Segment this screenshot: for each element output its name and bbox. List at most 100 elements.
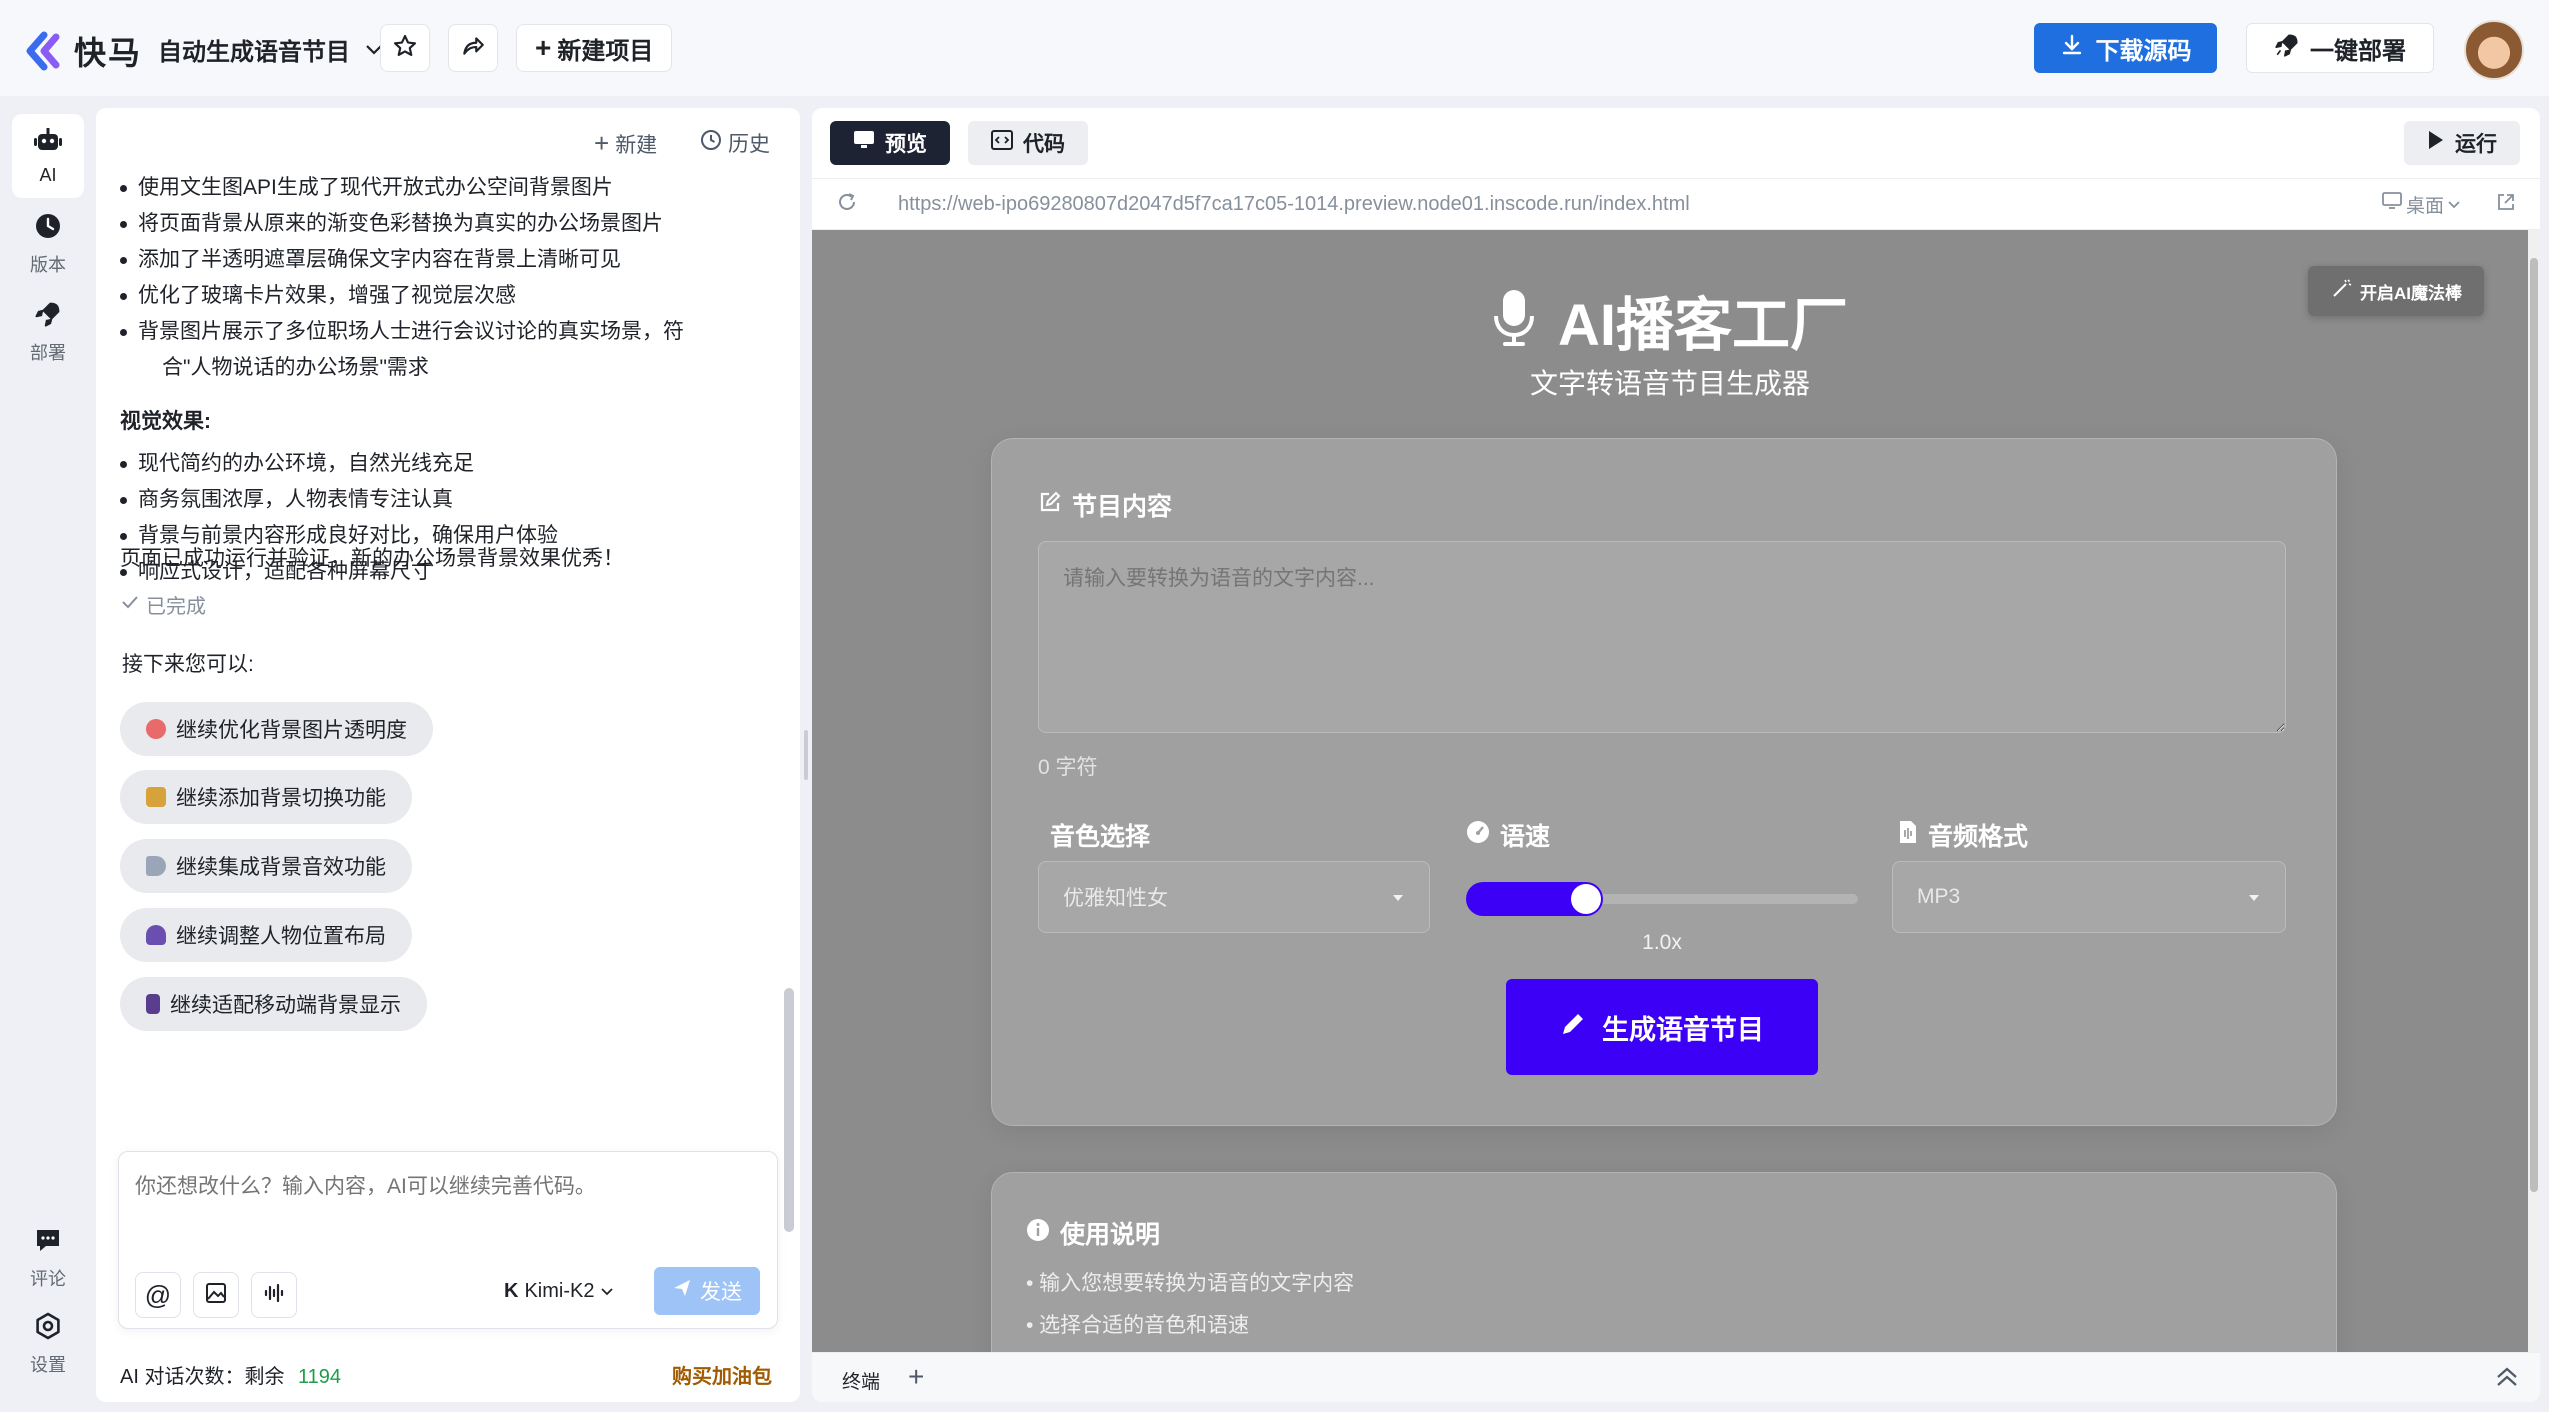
project-title-dropdown[interactable]: 自动生成语音节目 bbox=[158, 32, 384, 67]
voice-select[interactable]: 优雅知性女 bbox=[1038, 861, 1430, 933]
list-item: 背景图片展示了多位职场人士进行会议讨论的真实场景，符 bbox=[96, 314, 684, 350]
nav-item-settings[interactable]: 设置 bbox=[12, 1312, 84, 1377]
palette-icon bbox=[146, 719, 166, 739]
app-logo[interactable]: 快马 bbox=[22, 28, 142, 74]
mention-button[interactable]: @ bbox=[135, 1272, 181, 1318]
suggestion-button[interactable]: 继续优化背景图片透明度 bbox=[120, 702, 433, 756]
suggestion-button[interactable]: 继续适配移动端背景显示 bbox=[120, 977, 427, 1031]
generate-button[interactable]: 生成语音节目 bbox=[1506, 979, 1818, 1075]
one-click-deploy-button[interactable]: 一键部署 bbox=[2246, 23, 2434, 73]
generate-label: 生成语音节目 bbox=[1602, 1014, 1764, 1045]
waveform-icon bbox=[262, 1281, 286, 1310]
send-label: 发送 bbox=[700, 1281, 742, 1304]
device-selector[interactable]: 桌面 bbox=[2382, 191, 2460, 218]
terminal-bar: 终端 + bbox=[812, 1352, 2540, 1402]
suggestion-label: 继续调整人物位置布局 bbox=[176, 925, 386, 948]
app-title: AI播客工厂 bbox=[1557, 293, 1848, 358]
nav-label-comments: 评论 bbox=[30, 1269, 66, 1289]
chat-scrollbar[interactable] bbox=[784, 988, 794, 1232]
deploy-label: 一键部署 bbox=[2310, 37, 2406, 65]
new-chat-button[interactable]: + 新建 bbox=[594, 128, 657, 159]
program-content-textarea[interactable] bbox=[1038, 541, 2286, 733]
nav-item-ai[interactable]: AI bbox=[12, 114, 84, 198]
format-select[interactable]: MP3 bbox=[1892, 861, 2286, 933]
at-icon: @ bbox=[144, 1279, 172, 1310]
slider-knob[interactable] bbox=[1571, 884, 1601, 914]
buy-fuel-pack-link[interactable]: 购买加油包 bbox=[672, 1360, 772, 1389]
nav-label-deploy: 部署 bbox=[30, 343, 66, 363]
chat-input[interactable] bbox=[135, 1170, 755, 1250]
monitor-icon bbox=[853, 130, 875, 156]
format-label: 音频格式 bbox=[1928, 823, 2029, 851]
list-item: 将页面背景从原来的渐变色彩替换为真实的办公场景图片 bbox=[96, 206, 684, 242]
favorite-button[interactable] bbox=[380, 24, 430, 72]
image-icon bbox=[204, 1281, 228, 1310]
top-bar: 快马 自动生成语音节目 + 新建项目 下载源码 一键部署 bbox=[0, 0, 2549, 96]
quota-label: AI 对话次数：剩余 bbox=[120, 1366, 285, 1388]
tab-preview[interactable]: 预览 bbox=[830, 121, 950, 165]
tab-code[interactable]: 代码 bbox=[968, 121, 1088, 165]
nav-item-versions[interactable]: 版本 bbox=[12, 212, 84, 277]
history-button[interactable]: 历史 bbox=[700, 128, 770, 158]
help-title-row: 使用说明 bbox=[1026, 1215, 1160, 1251]
help-card: 使用说明 • 输入您想要转换为语音的文字内容 • 选择合适的音色和语速 bbox=[991, 1172, 2337, 1352]
expand-up-icon[interactable] bbox=[2494, 1365, 2520, 1394]
model-selector[interactable]: K Kimi-K2 bbox=[504, 1280, 614, 1303]
image-upload-button[interactable] bbox=[193, 1272, 239, 1318]
share-button[interactable] bbox=[448, 24, 498, 72]
nav-label-settings: 设置 bbox=[30, 1355, 66, 1375]
panel-splitter[interactable] bbox=[804, 730, 808, 780]
rocket-icon bbox=[2274, 32, 2300, 65]
new-project-button[interactable]: + 新建项目 bbox=[516, 24, 673, 72]
rocket-icon bbox=[34, 300, 62, 333]
app-viewport: 开启AI魔法棒 AI播客工厂 文字转语音节目生成器 节目内容 0 字符 音色选择… bbox=[812, 230, 2528, 1352]
status-done: 已完成 bbox=[120, 590, 206, 619]
nav-label-versions: 版本 bbox=[30, 255, 66, 275]
voice-input-button[interactable] bbox=[251, 1272, 297, 1318]
add-terminal-icon[interactable]: + bbox=[908, 1361, 924, 1393]
info-icon bbox=[1026, 1218, 1050, 1249]
nav-item-deploy[interactable]: 部署 bbox=[12, 300, 84, 365]
suggestion-button[interactable]: 继续集成背景音效功能 bbox=[120, 839, 412, 893]
speed-label: 语速 bbox=[1500, 823, 1551, 851]
suggestion-button[interactable]: 继续调整人物位置布局 bbox=[120, 908, 412, 962]
code-icon bbox=[991, 130, 1013, 156]
preview-scrollbar[interactable] bbox=[2528, 230, 2540, 1352]
terminal-tab[interactable]: 终端 bbox=[842, 1367, 880, 1394]
logo-icon bbox=[22, 31, 64, 71]
speed-slider[interactable] bbox=[1466, 882, 1858, 916]
play-icon bbox=[2427, 130, 2445, 156]
speaker-icon bbox=[146, 856, 166, 876]
user-avatar[interactable] bbox=[2464, 20, 2524, 80]
star-icon bbox=[392, 33, 418, 64]
pen-icon bbox=[1560, 1011, 1586, 1044]
program-card: 节目内容 0 字符 音色选择 优雅知性女 语速 1.0x bbox=[991, 438, 2337, 1126]
history-label: 历史 bbox=[728, 133, 770, 156]
app-subtitle: 文字转语音节目生成器 bbox=[1529, 368, 1810, 399]
list-item: 现代简约的办公环境，自然光线充足 bbox=[96, 446, 558, 482]
help-title: 使用说明 bbox=[1060, 1221, 1161, 1249]
run-button[interactable]: 运行 bbox=[2404, 121, 2520, 165]
new-chat-label: 新建 bbox=[615, 133, 658, 157]
refresh-icon[interactable] bbox=[836, 191, 858, 218]
external-link-icon[interactable] bbox=[2496, 192, 2516, 217]
scrollbar-thumb[interactable] bbox=[2530, 258, 2538, 1192]
clock-icon bbox=[34, 212, 62, 245]
chevron-down-icon bbox=[2448, 193, 2460, 215]
send-button[interactable]: 发送 bbox=[654, 1267, 760, 1315]
download-source-button[interactable]: 下载源码 bbox=[2034, 23, 2217, 73]
url-text[interactable]: https://web-ipo69280807d2047d5f7ca17c05-… bbox=[898, 193, 2382, 216]
caret-down-icon bbox=[1391, 885, 1405, 909]
nav-item-comments[interactable]: 评论 bbox=[12, 1226, 84, 1291]
content-label-row: 节目内容 bbox=[1038, 487, 1172, 523]
project-title: 自动生成语音节目 bbox=[158, 39, 350, 66]
chat-panel: + 新建 历史 使用文生图API生成了现代开放式办公空间背景图片 将页面背景从原… bbox=[96, 108, 800, 1402]
history-icon bbox=[700, 129, 722, 157]
tab-code-label: 代码 bbox=[1023, 133, 1065, 156]
suggestion-label: 继续集成背景音效功能 bbox=[176, 856, 386, 879]
speedometer-icon bbox=[1466, 820, 1490, 851]
chat-messages: 使用文生图API生成了现代开放式办公空间背景图片 将页面背景从原来的渐变色彩替换… bbox=[96, 170, 776, 1140]
format-label-row: 音频格式 bbox=[1898, 817, 2028, 853]
suggestion-button[interactable]: 继续添加背景切换功能 bbox=[120, 770, 412, 824]
chat-input-box: @ K Kimi-K2 发送 bbox=[118, 1151, 778, 1329]
